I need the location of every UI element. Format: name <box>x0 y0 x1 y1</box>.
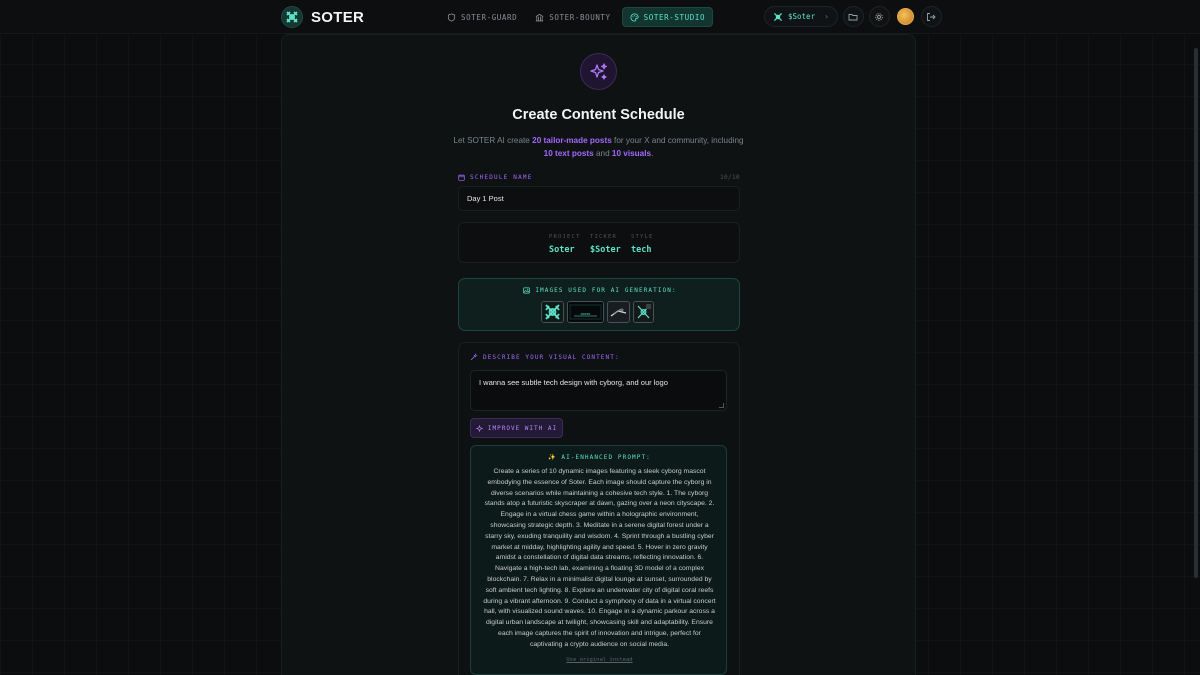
subtitle-highlight-posts: 20 tailor-made posts <box>532 136 612 145</box>
svg-text:≋≋≋≋≋: ≋≋≋≋≋ <box>581 312 591 316</box>
nav-soter-bounty-label: SOTER-BOUNTY <box>549 12 611 22</box>
token-wallet-button[interactable]: $Soter › <box>764 6 838 27</box>
main-nav: SOTER-GUARD SOTER-BOUNTY SOTER-STUDIO <box>440 7 714 27</box>
subtitle-text: and <box>593 149 612 158</box>
ticker-value: $Soter <box>590 245 621 255</box>
calendar-icon <box>458 174 465 181</box>
visual-description-value: I wanna see subtle tech design with cybo… <box>479 378 668 387</box>
gear-icon <box>875 12 884 21</box>
subtitle-highlight-text-posts: 10 text posts <box>543 149 594 158</box>
use-original-link[interactable]: Use original instead <box>471 657 728 663</box>
project-meta-box: PROJECT Soter TICKER $Soter STYLE tech <box>458 222 740 263</box>
image-thumbnail[interactable] <box>541 301 564 323</box>
ticker-label: TICKER <box>590 234 618 240</box>
palette-icon <box>630 12 639 22</box>
ticker-meta: TICKER $Soter <box>590 234 621 255</box>
images-used-box: IMAGES USED FOR AI GENERATION: ≋≋≋≋≋ <box>458 278 740 331</box>
images-used-label-text: IMAGES USED FOR AI GENERATION: <box>535 287 677 294</box>
header-tools: $Soter › <box>764 6 942 27</box>
image-thumbnails: ≋≋≋≋≋ <box>541 301 654 323</box>
style-value: tech <box>631 245 652 255</box>
resize-handle-icon[interactable] <box>719 403 724 408</box>
ai-enhanced-prompt-box: ✨ AI-ENHANCED PROMPT: Create a series of… <box>470 445 727 675</box>
style-meta: STYLE tech <box>631 234 654 255</box>
subtitle-highlight-visuals: 10 visuals <box>611 149 652 158</box>
sparkles-icon <box>580 53 617 90</box>
avatar <box>896 8 914 25</box>
style-label: STYLE <box>631 234 654 240</box>
improve-with-ai-label: IMPROVE WITH AI <box>487 424 558 432</box>
building-icon <box>535 13 544 21</box>
visual-description-textarea[interactable]: I wanna see subtle tech design with cybo… <box>470 370 727 411</box>
brand-name: SOTER <box>311 8 365 26</box>
page-title: Create Content Schedule <box>512 107 685 123</box>
soter-logo-icon <box>281 6 303 28</box>
subtitle-text: for your X and community, including <box>611 136 744 145</box>
page-subtitle: Let SOTER AI create 20 tailor-made posts… <box>450 134 747 160</box>
image-icon <box>523 287 531 294</box>
ai-enhanced-prompt-text: Create a series of 10 dynamic images fea… <box>483 468 716 648</box>
token-label: $Soter <box>788 12 816 21</box>
describe-visual-label: DESCRIBE YOUR VISUAL CONTENT: <box>470 353 620 361</box>
schedule-name-label: SCHEDULE NAME 10/10 <box>458 174 740 181</box>
images-used-label: IMAGES USED FOR AI GENERATION: <box>459 287 741 294</box>
improve-with-ai-button[interactable]: IMPROVE WITH AI <box>470 418 563 438</box>
folder-button[interactable] <box>842 6 864 27</box>
image-thumbnail[interactable] <box>607 301 630 323</box>
schedule-name-label-text: SCHEDULE NAME <box>470 174 533 181</box>
project-label: PROJECT <box>549 234 581 240</box>
logout-icon <box>927 12 937 21</box>
brand[interactable]: SOTER <box>281 6 364 28</box>
logout-button[interactable] <box>920 6 942 27</box>
nav-soter-guard[interactable]: SOTER-GUARD <box>440 7 524 27</box>
sparkle-icon <box>475 424 483 432</box>
schedule-name-input[interactable]: Day 1 Post <box>458 186 740 211</box>
magic-wand-icon <box>470 353 478 361</box>
image-thumbnail[interactable] <box>633 301 654 323</box>
settings-button[interactable] <box>868 6 890 27</box>
image-thumbnail[interactable]: ≋≋≋≋≋ <box>567 301 604 323</box>
shield-icon <box>447 12 456 22</box>
top-bar: SOTER SOTER-GUARD SOTER-BOUNTY SOTER-STU… <box>0 0 1200 34</box>
folder-icon <box>848 13 858 20</box>
subtitle-text: . <box>651 149 654 158</box>
schedule-name-char-count: 10/10 <box>719 174 740 181</box>
chevron-right-icon: › <box>824 12 829 21</box>
soter-token-icon <box>773 12 783 21</box>
subtitle-text: Let SOTER AI create <box>453 136 533 145</box>
describe-visual-label-text: DESCRIBE YOUR VISUAL CONTENT: <box>483 353 620 361</box>
page-scrollbar[interactable] <box>1194 48 1198 578</box>
profile-button[interactable] <box>895 6 916 27</box>
project-value: Soter <box>549 245 575 255</box>
nav-soter-guard-label: SOTER-GUARD <box>461 12 518 22</box>
project-meta: PROJECT Soter <box>549 234 581 255</box>
nav-soter-studio-label: SOTER-STUDIO <box>643 12 706 22</box>
nav-soter-studio[interactable]: SOTER-STUDIO <box>621 7 714 27</box>
ai-enhanced-prompt-label: ✨ AI-ENHANCED PROMPT: <box>548 454 651 461</box>
nav-soter-bounty[interactable]: SOTER-BOUNTY <box>528 7 617 27</box>
